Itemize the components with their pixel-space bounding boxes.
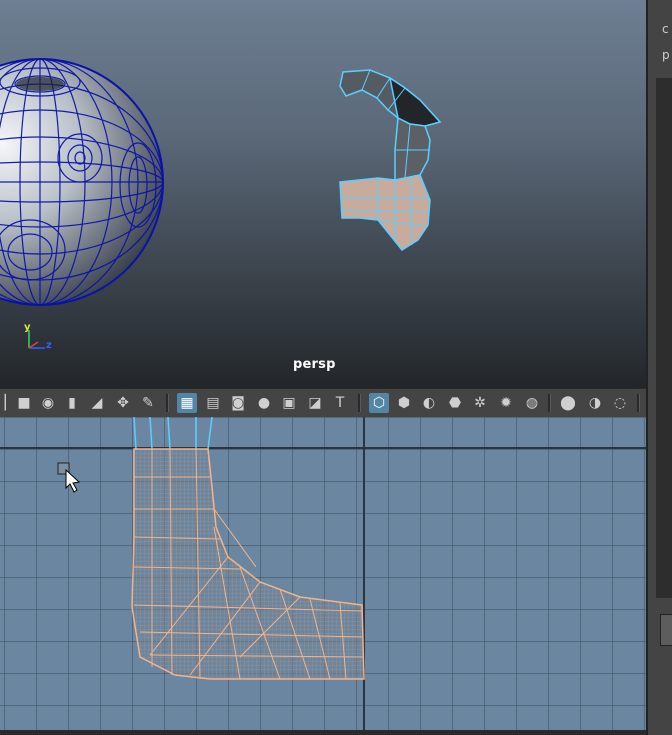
axis-indicator: [28, 330, 45, 349]
axis-z-label: z: [46, 340, 52, 351]
grease-pencil-icon[interactable]: ✎: [138, 393, 158, 413]
xray-joints-icon[interactable]: ◑: [585, 393, 605, 413]
panel-field[interactable]: [660, 614, 672, 646]
uv-grid-canvas[interactable]: [0, 417, 646, 730]
uv-editor-viewport[interactable]: [0, 417, 646, 730]
smooth-shade-icon[interactable]: ⬢: [394, 393, 414, 413]
toolbar-separator: [548, 394, 551, 412]
field-chart-icon[interactable]: ▣: [279, 393, 299, 413]
panel-toolbar: ▏ ■ ◉ ▮ ◢ ✥ ✎ ▦ ▤ ◙ ● ▣ ◪ T ⬡ ⬢ ◐ ⬣ ✲ ✹ …: [0, 388, 646, 418]
selected-uv-shell-3d[interactable]: [339, 69, 442, 251]
wireframe-icon[interactable]: ⬡: [369, 393, 389, 413]
camera-attributes-icon[interactable]: ◉: [38, 393, 58, 413]
uv-grid: [0, 417, 646, 730]
grid-icon[interactable]: ▦: [177, 393, 197, 413]
shade-wireframe-icon[interactable]: ◐: [419, 393, 439, 413]
toolbar-separator: [358, 394, 361, 412]
resolution-gate-icon[interactable]: ◙: [228, 393, 248, 413]
toolbar-separator: [166, 394, 169, 412]
sphere-mesh[interactable]: [0, 50, 170, 310]
toolbar-separator: [637, 394, 640, 412]
bottom-bar: [0, 730, 646, 735]
image-plane-icon[interactable]: ◢: [87, 393, 107, 413]
film-gate-icon[interactable]: ▤: [203, 393, 223, 413]
use-lights-icon[interactable]: ✹: [496, 393, 516, 413]
xray-icon[interactable]: ✲: [470, 393, 490, 413]
gate-mask-icon[interactable]: ●: [254, 393, 274, 413]
isolate-select-icon[interactable]: ⬤: [558, 393, 578, 413]
shadows-icon[interactable]: ◍: [522, 393, 542, 413]
xray-active-icon[interactable]: ◌: [610, 393, 630, 413]
panel-list: [656, 78, 672, 598]
2d-pan-icon[interactable]: ✥: [113, 393, 133, 413]
panel-text-2: p: [662, 48, 670, 62]
camera-icon[interactable]: ■: [14, 393, 34, 413]
attribute-panel-edge: c p: [646, 0, 672, 735]
panel-text-1: c: [662, 22, 669, 36]
safe-action-icon[interactable]: ◪: [305, 393, 325, 413]
safe-title-icon[interactable]: T: [330, 393, 350, 413]
perspective-scene[interactable]: y z: [0, 0, 646, 388]
camera-name-label: persp: [293, 357, 336, 372]
axis-y-label: y: [24, 322, 31, 333]
perspective-viewport[interactable]: y z persp: [0, 0, 646, 388]
bookmark-icon[interactable]: ▮: [62, 393, 82, 413]
textured-icon[interactable]: ⬣: [445, 393, 465, 413]
